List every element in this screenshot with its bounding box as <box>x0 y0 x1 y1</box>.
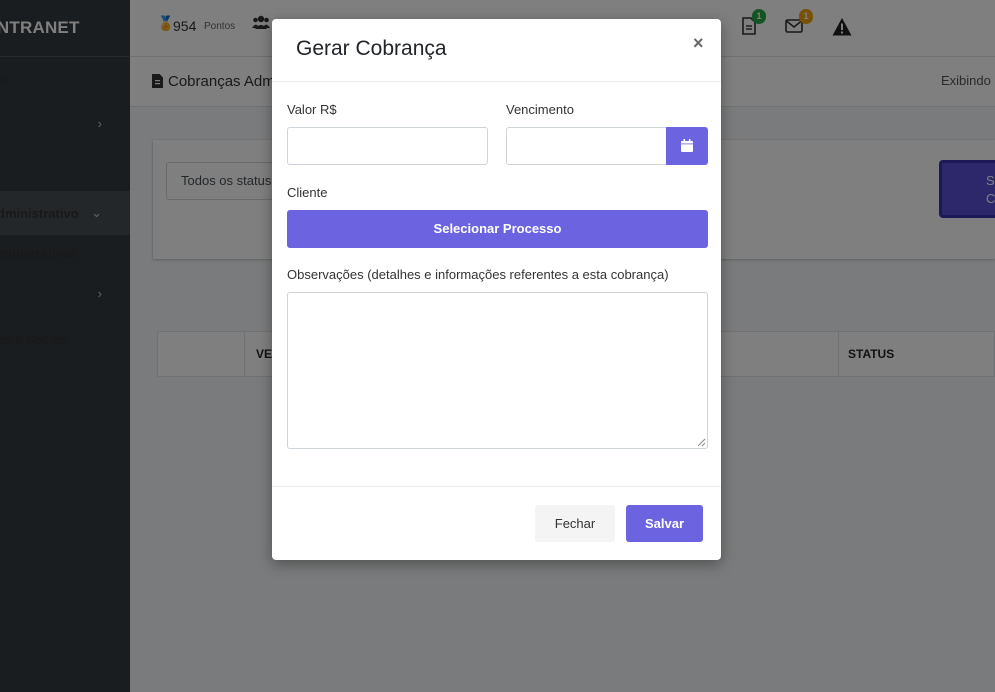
calendar-button[interactable] <box>666 127 708 165</box>
calendar-icon <box>681 139 693 152</box>
observacoes-label: Observações (detalhes e informações refe… <box>287 267 669 282</box>
valor-label: Valor R$ <box>287 102 337 117</box>
resize-grip-icon[interactable] <box>697 438 706 447</box>
cliente-label: Cliente <box>287 185 328 200</box>
vencimento-label: Vencimento <box>506 102 574 117</box>
valor-input[interactable] <box>287 127 488 165</box>
save-button[interactable]: Salvar <box>626 505 703 542</box>
modal-header: Gerar Cobrança × <box>272 19 721 82</box>
observacoes-textarea[interactable] <box>287 292 708 449</box>
modal-title: Gerar Cobrança <box>296 37 447 60</box>
select-process-button[interactable]: Selecionar Processo <box>287 210 708 248</box>
close-icon[interactable]: × <box>693 33 704 54</box>
modal-footer-divider <box>272 486 721 487</box>
generate-charge-modal: Gerar Cobrança × Valor R$ Vencimento Cli… <box>272 19 721 560</box>
vencimento-input[interactable] <box>506 127 667 165</box>
close-button[interactable]: Fechar <box>535 505 615 542</box>
